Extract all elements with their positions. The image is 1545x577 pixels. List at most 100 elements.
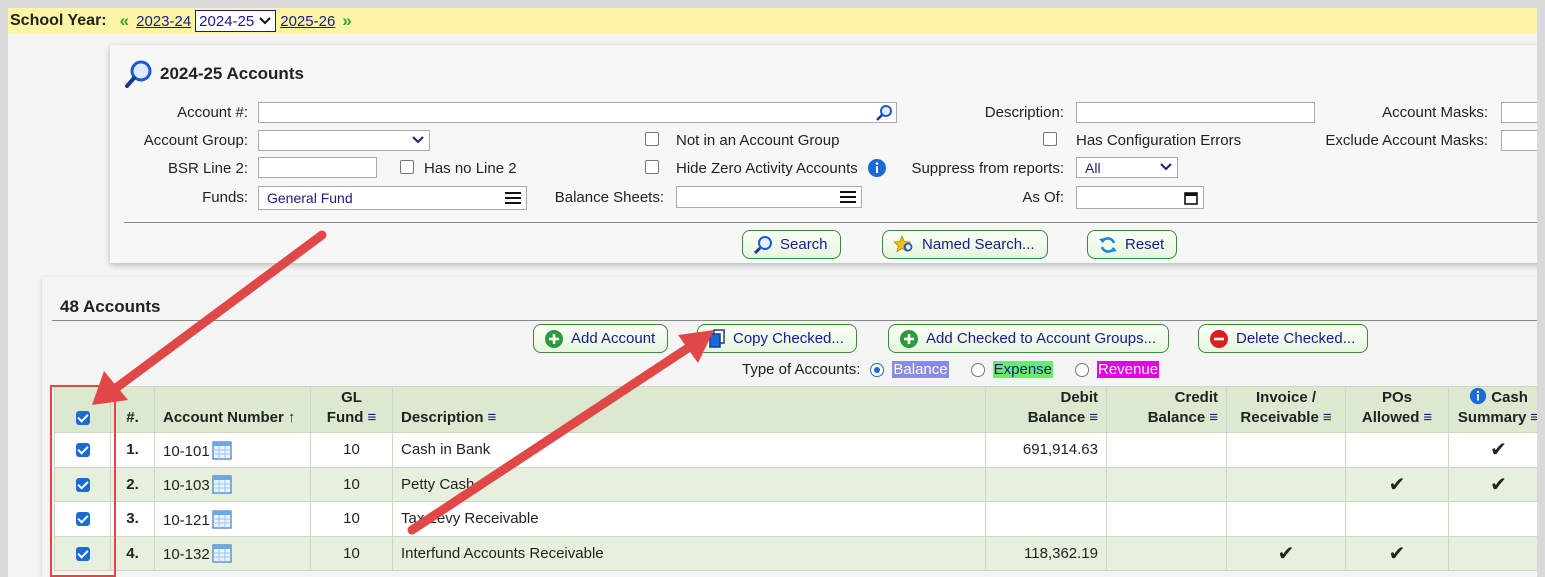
next-year-link[interactable]: 2025-26	[280, 13, 335, 30]
year-select-value: 2024-25	[199, 12, 255, 30]
prev-year-chevron-icon[interactable]: «	[120, 11, 129, 31]
gl-fund-header[interactable]: GL Fund ≡	[310, 386, 393, 433]
gl-fund-cell: 10	[310, 432, 393, 468]
plus-icon	[545, 329, 563, 348]
not-in-group-checkbox[interactable]	[645, 132, 659, 146]
info-icon[interactable]	[867, 158, 887, 178]
sort-up-icon: ↑	[287, 409, 296, 426]
description-header-label: Description	[401, 409, 484, 426]
search-button[interactable]: Search	[742, 230, 841, 259]
description-header[interactable]: Description ≡	[392, 386, 986, 433]
cash-header[interactable]: Cash Summary≡	[1448, 386, 1537, 433]
debit-balance-cell	[985, 501, 1107, 537]
pos-header-line2: Allowed	[1361, 409, 1420, 426]
invoice-receivable-cell	[1226, 466, 1346, 502]
has-no-line2-checkbox[interactable]	[400, 160, 414, 174]
reset-button[interactable]: Reset	[1087, 230, 1178, 259]
account-number-link[interactable]: 10-132	[163, 546, 210, 563]
as-of-date-input[interactable]	[1076, 186, 1204, 209]
account-number-cell: 10-103	[154, 466, 311, 502]
exclude-masks-input[interactable]	[1501, 130, 1537, 151]
chevron-down-icon	[1160, 163, 1172, 171]
account-num-input[interactable]	[258, 102, 897, 123]
delete-checked-button[interactable]: Delete Checked...	[1198, 324, 1369, 353]
row-number: 1.	[110, 432, 155, 468]
search-icon[interactable]	[874, 104, 894, 122]
add-to-groups-button[interactable]: Add Checked to Account Groups...	[888, 324, 1170, 353]
menu-icon[interactable]	[840, 190, 856, 204]
year-select[interactable]: 2024-25	[195, 10, 277, 32]
search-panel: 2024-25 Accounts Account #: Description:…	[110, 45, 1537, 263]
suppress-label: Suppress from reports:	[911, 160, 1064, 177]
funds-select[interactable]: General Fund	[258, 186, 527, 210]
copy-checked-button[interactable]: Copy Checked...	[697, 324, 857, 353]
revenue-radio[interactable]	[1075, 362, 1089, 377]
invoice-header-line1: Invoice /	[1255, 389, 1317, 406]
menu-icon[interactable]	[505, 191, 521, 205]
search-icon	[753, 235, 772, 254]
add-to-groups-button-label: Add Checked to Account Groups...	[926, 330, 1157, 347]
menu-icon: ≡	[1530, 409, 1537, 426]
add-account-button[interactable]: Add Account	[533, 324, 669, 353]
credit-balance-cell	[1106, 535, 1227, 571]
expense-tag: Expense	[992, 361, 1053, 378]
description-label: Description:	[984, 104, 1064, 121]
next-year-chevron-icon[interactable]: »	[342, 11, 351, 31]
cash-summary-cell	[1448, 535, 1537, 571]
calendar-icon[interactable]	[212, 543, 232, 563]
hide-zero-checkbox[interactable]	[645, 160, 659, 174]
calendar-icon[interactable]	[212, 509, 232, 529]
copy-checked-button-label: Copy Checked...	[733, 330, 844, 347]
pos-allowed-cell	[1345, 432, 1449, 468]
menu-icon: ≡	[1209, 409, 1218, 426]
pos-header[interactable]: POs Allowed ≡	[1345, 386, 1449, 433]
expense-radio[interactable]	[970, 362, 985, 377]
calendar-icon[interactable]	[1184, 191, 1198, 205]
cash-header-line2: Summary	[1457, 409, 1527, 426]
type-of-accounts: Type of Accounts: Balance Expense Revenu…	[742, 361, 1160, 378]
pos-allowed-cell	[1345, 501, 1449, 537]
account-number-link[interactable]: 10-103	[163, 477, 210, 494]
refresh-icon	[1099, 236, 1117, 253]
prev-year-link[interactable]: 2023-24	[136, 13, 191, 30]
cash-header-line1: Cash	[1491, 389, 1528, 406]
debit-header[interactable]: Debit Balance ≡	[985, 386, 1107, 433]
bsr-line2-input[interactable]	[258, 157, 377, 178]
credit-header-line1: Credit	[1174, 389, 1218, 406]
pos-allowed-cell: ✔	[1345, 535, 1449, 571]
info-icon[interactable]	[1469, 387, 1487, 405]
suppress-select[interactable]: All	[1076, 157, 1178, 178]
account-number-link[interactable]: 10-121	[163, 512, 210, 529]
table-row[interactable]: 2. 10-103 10 Petty Cash ✔ ✔	[54, 466, 1537, 502]
checkmark-icon: ✔	[1388, 473, 1406, 496]
balance-radio[interactable]	[870, 362, 885, 377]
account-number-link[interactable]: 10-101	[163, 443, 210, 460]
invoice-header[interactable]: Invoice / Receivable ≡	[1226, 386, 1346, 433]
suppress-value: All	[1085, 159, 1101, 176]
invoice-receivable-cell: ✔	[1226, 535, 1346, 571]
has-config-errors-checkbox[interactable]	[1043, 132, 1057, 146]
credit-balance-cell	[1106, 466, 1227, 502]
named-search-button[interactable]: Named Search...	[882, 230, 1048, 259]
table-row[interactable]: 4. 10-132 10 Interfund Accounts Receivable 1…	[54, 535, 1537, 571]
account-number-header[interactable]: Account Number ↑	[154, 386, 311, 433]
chevron-down-icon	[412, 136, 424, 144]
table-row[interactable]: 3. 10-121 10 Tax Levy Receivable	[54, 501, 1537, 537]
description-input[interactable]	[1076, 102, 1315, 123]
plus-icon	[900, 329, 918, 348]
table-row[interactable]: 1. 10-101 10 Cash in Bank 691,914.63 ✔	[54, 432, 1537, 468]
menu-icon: ≡	[1322, 409, 1332, 426]
credit-balance-cell	[1106, 501, 1227, 537]
copy-icon	[709, 328, 725, 348]
row-number: 3.	[110, 501, 155, 537]
funds-value: General Fund	[267, 190, 353, 206]
app-frame: School Year: « 2023-24 2024-25 2025-26 »…	[8, 8, 1537, 577]
invoice-receivable-cell	[1226, 432, 1346, 468]
balance-sheets-select[interactable]	[676, 186, 862, 208]
account-group-select[interactable]	[258, 130, 430, 151]
calendar-icon[interactable]	[212, 440, 232, 460]
account-masks-input[interactable]	[1501, 102, 1537, 123]
invoice-header-line2: Receivable	[1240, 409, 1319, 426]
credit-header[interactable]: Credit Balance ≡	[1106, 386, 1227, 433]
calendar-icon[interactable]	[212, 474, 232, 494]
